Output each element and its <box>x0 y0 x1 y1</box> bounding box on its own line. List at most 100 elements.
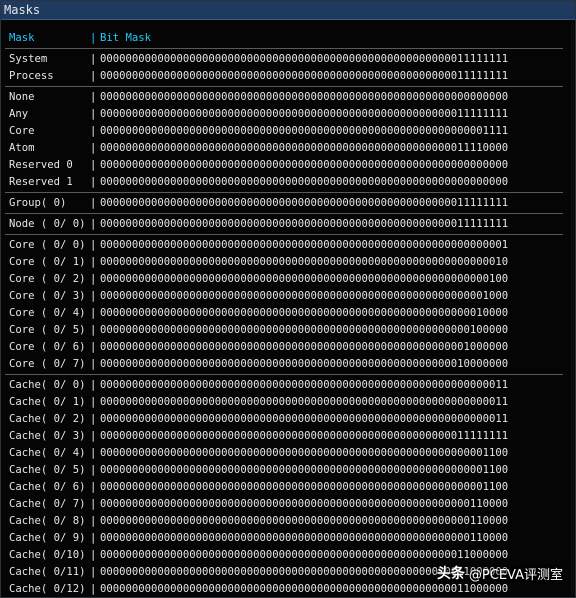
row-bitmask: 0000000000000000000000000000000000000000… <box>100 549 509 561</box>
row-bitmask: 0000000000000000000000000000000000000000… <box>100 341 509 353</box>
table-row: Cache( 0/ 7) | 000000000000000000000000000… <box>1 496 575 513</box>
row-separator: | <box>90 70 97 82</box>
row-separator: | <box>90 159 97 171</box>
row-bitmask: 0000000000000000000000000000000000000000… <box>100 176 509 188</box>
table-row: None | 00000000000000000000000000000000000… <box>1 89 575 106</box>
row-label: Process <box>9 70 54 82</box>
row-bitmask: 0000000000000000000000000000000000000000… <box>100 273 509 285</box>
row-label: Reserved 0 <box>9 159 73 171</box>
row-label: Cache( 0/12) <box>9 583 86 595</box>
table-row: Cache( 0/ 0) | 000000000000000000000000000… <box>1 377 575 394</box>
table-row: Core ( 0/ 0) | 000000000000000000000000000… <box>1 237 575 254</box>
table-row: Reserved 0 | 00000000000000000000000000000… <box>1 157 575 174</box>
row-label: Core ( 0/ 5) <box>9 324 86 336</box>
row-separator: | <box>90 464 97 476</box>
row-separator: | <box>90 341 97 353</box>
row-bitmask: 0000000000000000000000000000000000000000… <box>100 379 509 391</box>
watermark: 头条 @PCEVA评测室 <box>437 563 563 583</box>
table-row: Cache( 0/ 8) | 000000000000000000000000000… <box>1 513 575 530</box>
row-bitmask: 0000000000000000000000000000000000000000… <box>100 91 509 103</box>
row-bitmask: 0000000000000000000000000000000000000000… <box>100 515 509 527</box>
row-separator: | <box>90 239 97 251</box>
row-separator: | <box>90 142 97 154</box>
row-bitmask: 0000000000000000000000000000000000000000… <box>100 532 509 544</box>
row-bitmask: 0000000000000000000000000000000000000000… <box>100 307 509 319</box>
row-separator: | <box>90 447 97 459</box>
row-separator: | <box>90 91 97 103</box>
row-label: Core ( 0/ 2) <box>9 273 86 285</box>
masks-window: Masks Mask | Bit Mask System | 00000000000… <box>0 0 576 598</box>
row-label: Cache( 0/ 6) <box>9 481 86 493</box>
row-bitmask: 0000000000000000000000000000000000000000… <box>100 125 509 137</box>
row-label: Reserved 1 <box>9 176 73 188</box>
row-separator: | <box>90 549 97 561</box>
row-label: Cache( 0/ 9) <box>9 532 86 544</box>
row-separator: | <box>90 396 97 408</box>
row-separator: | <box>90 53 97 65</box>
table-row: Cache( 0/ 2) | 000000000000000000000000000… <box>1 411 575 428</box>
row-bitmask: 0000000000000000000000000000000000000000… <box>100 70 509 82</box>
group-divider <box>1 212 575 216</box>
table-row: Core ( 0/ 3) | 000000000000000000000000000… <box>1 288 575 305</box>
table-row: Cache( 0/ 3) | 000000000000000000000000000… <box>1 428 575 445</box>
header-bitmask: Bit Mask <box>100 32 152 44</box>
header-separator: | <box>90 32 97 44</box>
row-separator: | <box>90 176 97 188</box>
table-row: Process | 00000000000000000000000000000000… <box>1 68 575 85</box>
row-bitmask: 0000000000000000000000000000000000000000… <box>100 413 509 425</box>
row-bitmask: 0000000000000000000000000000000000000000… <box>100 53 509 65</box>
row-bitmask: 0000000000000000000000000000000000000000… <box>100 290 509 302</box>
table-row: Core ( 0/ 5) | 000000000000000000000000000… <box>1 322 575 339</box>
row-label: System <box>9 53 48 65</box>
row-label: Cache( 0/ 8) <box>9 515 86 527</box>
row-separator: | <box>90 532 97 544</box>
row-separator: | <box>90 125 97 137</box>
row-label: None <box>9 91 35 103</box>
row-bitmask: 0000000000000000000000000000000000000000… <box>100 583 509 595</box>
row-separator: | <box>90 290 97 302</box>
row-bitmask: 0000000000000000000000000000000000000000… <box>100 498 509 510</box>
row-label: Cache( 0/ 7) <box>9 498 86 510</box>
window-titlebar[interactable]: Masks <box>1 1 575 20</box>
row-bitmask: 0000000000000000000000000000000000000000… <box>100 358 509 370</box>
row-label: Core <box>9 125 35 137</box>
row-separator: | <box>90 515 97 527</box>
row-separator: | <box>90 307 97 319</box>
watermark-text: @PCEVA评测室 <box>468 567 563 583</box>
table-row: Core ( 0/ 6) | 000000000000000000000000000… <box>1 339 575 356</box>
scrollbar[interactable] <box>571 21 574 595</box>
row-bitmask: 0000000000000000000000000000000000000000… <box>100 481 509 493</box>
table-body: System | 000000000000000000000000000000000… <box>1 47 575 597</box>
row-separator: | <box>90 324 97 336</box>
row-separator: | <box>90 256 97 268</box>
watermark-logo: 头条 <box>436 566 465 582</box>
group-divider <box>1 233 575 237</box>
table-row: System | 000000000000000000000000000000000… <box>1 51 575 68</box>
header-mask: Mask <box>9 32 35 44</box>
row-separator: | <box>90 273 97 285</box>
row-bitmask: 0000000000000000000000000000000000000000… <box>100 159 509 171</box>
table-row: Cache( 0/12) | 000000000000000000000000000… <box>1 581 575 597</box>
row-bitmask: 0000000000000000000000000000000000000000… <box>100 239 509 251</box>
table-row: Group( 0) | 000000000000000000000000000000… <box>1 195 575 212</box>
row-bitmask: 0000000000000000000000000000000000000000… <box>100 324 509 336</box>
table-row: Cache( 0/ 9) | 000000000000000000000000000… <box>1 530 575 547</box>
row-separator: | <box>90 358 97 370</box>
row-bitmask: 0000000000000000000000000000000000000000… <box>100 396 509 408</box>
row-label: Core ( 0/ 0) <box>9 239 86 251</box>
row-label: Cache( 0/ 0) <box>9 379 86 391</box>
row-bitmask: 0000000000000000000000000000000000000000… <box>100 108 509 120</box>
row-bitmask: 0000000000000000000000000000000000000000… <box>100 218 509 230</box>
row-bitmask: 0000000000000000000000000000000000000000… <box>100 142 509 154</box>
row-label: Cache( 0/10) <box>9 549 86 561</box>
row-label: Core ( 0/ 6) <box>9 341 86 353</box>
row-label: Cache( 0/ 4) <box>9 447 86 459</box>
table-row: Cache( 0/10) | 000000000000000000000000000… <box>1 547 575 564</box>
row-separator: | <box>90 218 97 230</box>
row-bitmask: 0000000000000000000000000000000000000000… <box>100 430 509 442</box>
row-bitmask: 0000000000000000000000000000000000000000… <box>100 447 509 459</box>
row-label: Atom <box>9 142 35 154</box>
row-label: Cache( 0/ 1) <box>9 396 86 408</box>
row-separator: | <box>90 108 97 120</box>
table-row: Cache( 0/ 6) | 000000000000000000000000000… <box>1 479 575 496</box>
